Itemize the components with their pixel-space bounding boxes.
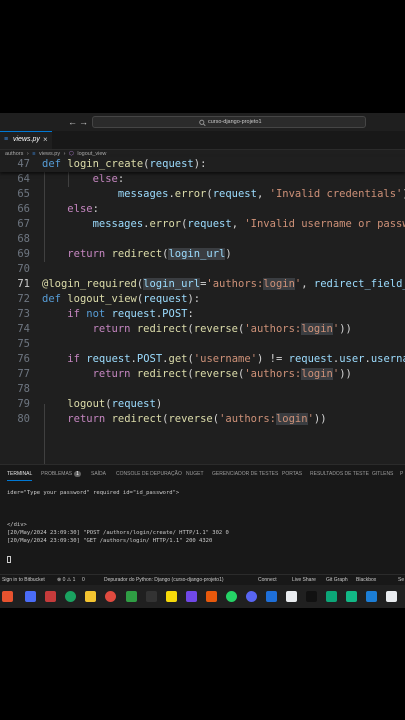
line-number: 64 <box>17 173 30 185</box>
bitbucket-status[interactable]: Sign in to Bitbucket <box>2 577 45 583</box>
title-bar: ← → curso-django-projeto1 <box>0 113 405 131</box>
code-line-67: messages.error(request, 'Invalid usernam… <box>92 218 405 230</box>
editor-tabs: ≡ views.py × <box>0 131 405 150</box>
code-line-73: if not request.POST: <box>67 308 194 320</box>
line-number: 78 <box>17 383 30 395</box>
line-number: 75 <box>17 338 30 350</box>
code-editor[interactable]: 64 else: 65 messages.error(request, 'Inv… <box>0 157 405 464</box>
tab-more[interactable]: P <box>400 471 403 477</box>
app-icon[interactable] <box>326 591 337 602</box>
tab-nuget[interactable]: NUGET <box>186 471 204 477</box>
close-icon[interactable]: × <box>43 135 48 144</box>
forward-arrow-icon[interactable]: → <box>79 116 88 128</box>
app-icon[interactable] <box>146 591 157 602</box>
code-line-72: def logout_view(request): <box>42 293 201 305</box>
problems-status[interactable]: ⊗ 0 ⚠ 1 <box>57 577 75 583</box>
app-icon[interactable] <box>266 591 277 602</box>
app-icon[interactable] <box>186 591 197 602</box>
sticky-scroll-header[interactable]: 47 def login_create(request): <box>0 157 405 172</box>
code-line-74: return redirect(reverse('authors:login')… <box>92 323 352 335</box>
vscode-window: ← → curso-django-projeto1 ≡ views.py × a… <box>0 113 405 608</box>
terminal-line: ider="Type your password" required id="i… <box>7 490 180 496</box>
code-line-77: return redirect(reverse('authors:login')… <box>92 368 352 380</box>
blackbox-status[interactable]: Blackbox <box>356 577 376 583</box>
tab-output[interactable]: SAÍDA <box>91 471 106 477</box>
line-number: 73 <box>17 308 30 320</box>
folder-icon[interactable] <box>85 591 96 602</box>
git-graph-status[interactable]: Git Graph <box>326 577 348 583</box>
tab-test-explorer[interactable]: GERENCIADOR DE TESTES <box>212 471 278 477</box>
code-line-69: return redirect(login_url) <box>67 248 232 260</box>
line-number: 70 <box>17 263 30 275</box>
app-icon[interactable] <box>2 591 13 602</box>
discord-icon[interactable] <box>246 591 257 602</box>
line-number: 65 <box>17 188 30 200</box>
command-center-search[interactable]: curso-django-projeto1 <box>92 116 366 128</box>
line-number: 77 <box>17 368 30 380</box>
line-number: 76 <box>17 353 30 365</box>
connect-status[interactable]: Connect <box>258 577 277 583</box>
search-icon <box>199 119 206 127</box>
line-number: 67 <box>17 218 30 230</box>
terminal-line: [20/May/2024 23:09:30] "POST /authors/lo… <box>7 530 229 536</box>
terminal-line: </div> <box>7 522 27 528</box>
app-icon[interactable] <box>45 591 56 602</box>
line-number: 72 <box>17 293 30 305</box>
browser-icon[interactable] <box>65 591 76 602</box>
tab-label: views.py <box>13 136 40 143</box>
code-line-47: def login_create(request): <box>42 158 207 170</box>
line-number: 80 <box>17 413 30 425</box>
command-center-label: curso-django-projeto1 <box>208 119 262 125</box>
debug-config-status[interactable]: Depurador do Python: Django (curso-djang… <box>104 577 224 583</box>
tiktok-icon[interactable] <box>306 591 317 602</box>
ports-status[interactable]: 0 <box>82 577 85 583</box>
line-number: 69 <box>17 248 30 260</box>
tab-test-results[interactable]: RESULTADOS DE TESTE <box>310 471 369 477</box>
bottom-panel: TERMINAL PROBLEMAS 1 SAÍDA CONSOLE DE DEP… <box>0 464 405 584</box>
terminal-line: [20/May/2024 23:09:30] "GET /authors/log… <box>7 538 213 544</box>
line-number: 66 <box>17 203 30 215</box>
app-icon[interactable] <box>286 591 297 602</box>
line-number: 79 <box>17 398 30 410</box>
chrome-icon[interactable] <box>105 591 116 602</box>
app-icon[interactable] <box>166 591 177 602</box>
line-number-current: 71 <box>17 278 30 290</box>
live-share-status[interactable]: Live Share <box>292 577 316 583</box>
tab-views-py[interactable]: ≡ views.py × <box>0 131 52 149</box>
tab-debug-console[interactable]: CONSOLE DE DEPURAÇÃO <box>116 471 182 477</box>
python-icon: ≡ <box>4 136 9 143</box>
app-icon[interactable] <box>366 591 377 602</box>
problems-count-badge: 1 <box>74 471 81 477</box>
code-line-76: if request.POST.get('username') != reque… <box>67 353 405 365</box>
tab-terminal[interactable]: TERMINAL <box>7 471 33 481</box>
windows-taskbar <box>0 585 405 608</box>
code-line-79: logout(request) <box>67 398 163 410</box>
code-line-80: return redirect(reverse('authors:login')… <box>67 413 327 425</box>
code-line-64: else: <box>92 173 125 185</box>
code-line-65: messages.error(request, 'Invalid credent… <box>117 188 405 200</box>
tab-ports[interactable]: PORTAS <box>282 471 302 477</box>
app-icon[interactable] <box>346 591 357 602</box>
back-arrow-icon[interactable]: ← <box>68 116 77 128</box>
app-icon[interactable] <box>25 591 36 602</box>
tab-gitlens[interactable]: GITLENS <box>372 471 393 477</box>
tab-problems[interactable]: PROBLEMAS 1 <box>41 471 81 477</box>
app-icon[interactable] <box>126 591 137 602</box>
line-number: 47 <box>17 158 30 170</box>
line-number: 68 <box>17 233 30 245</box>
app-icon[interactable] <box>206 591 217 602</box>
code-line-66: else: <box>67 203 99 215</box>
terminal-cursor <box>7 556 11 563</box>
whatsapp-icon[interactable] <box>226 591 237 602</box>
line-number: 74 <box>17 323 30 335</box>
app-icon[interactable] <box>386 591 397 602</box>
code-line-71: @login_required(login_url='authors:login… <box>42 278 405 290</box>
tab-problems-label: PROBLEMAS <box>41 471 73 477</box>
more-status[interactable]: Se <box>398 577 404 583</box>
